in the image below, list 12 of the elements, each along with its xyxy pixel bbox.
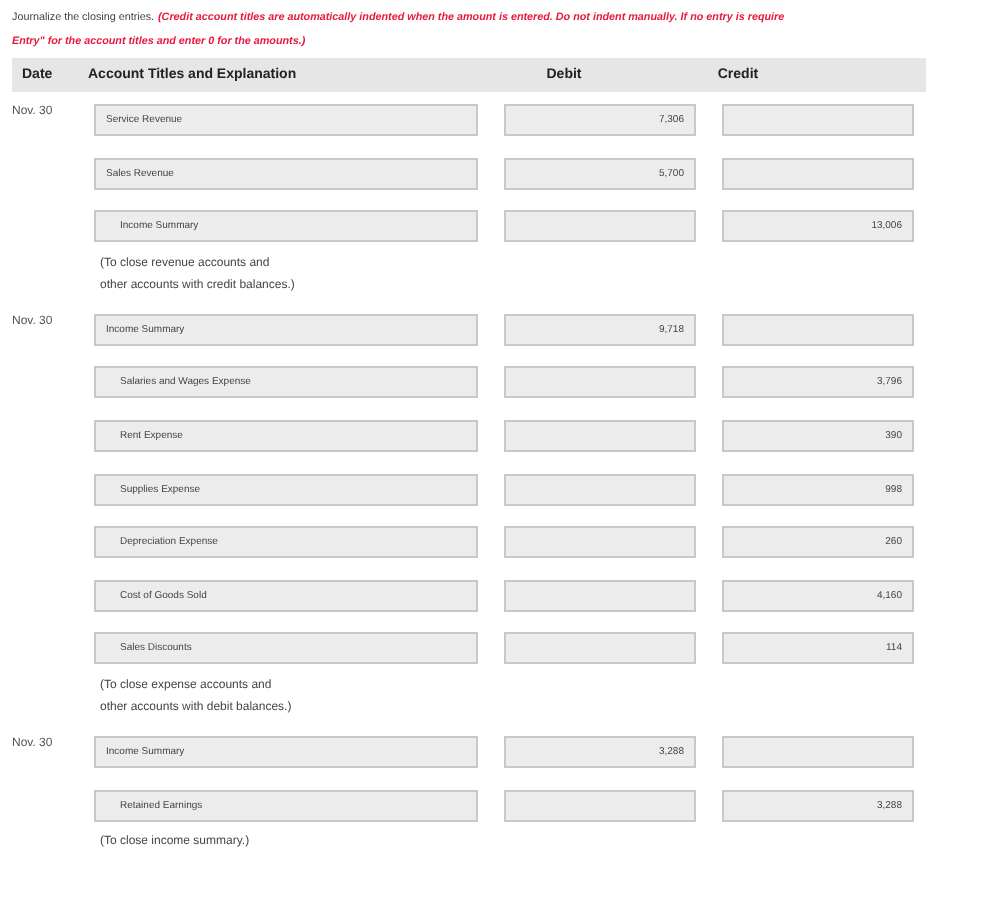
debit-field[interactable]	[504, 789, 696, 822]
debit-field[interactable]	[504, 473, 696, 506]
debit-field[interactable]	[504, 210, 696, 243]
debit-field[interactable]	[504, 526, 696, 559]
debit-field[interactable]	[504, 366, 696, 399]
credit-field[interactable]	[722, 104, 914, 136]
debit-field[interactable]	[504, 419, 696, 452]
debit-field[interactable]	[504, 579, 696, 612]
credit-field[interactable]	[722, 313, 914, 346]
credit-field[interactable]	[722, 735, 914, 768]
credit-field[interactable]	[722, 157, 914, 190]
debit-field[interactable]	[504, 632, 696, 665]
